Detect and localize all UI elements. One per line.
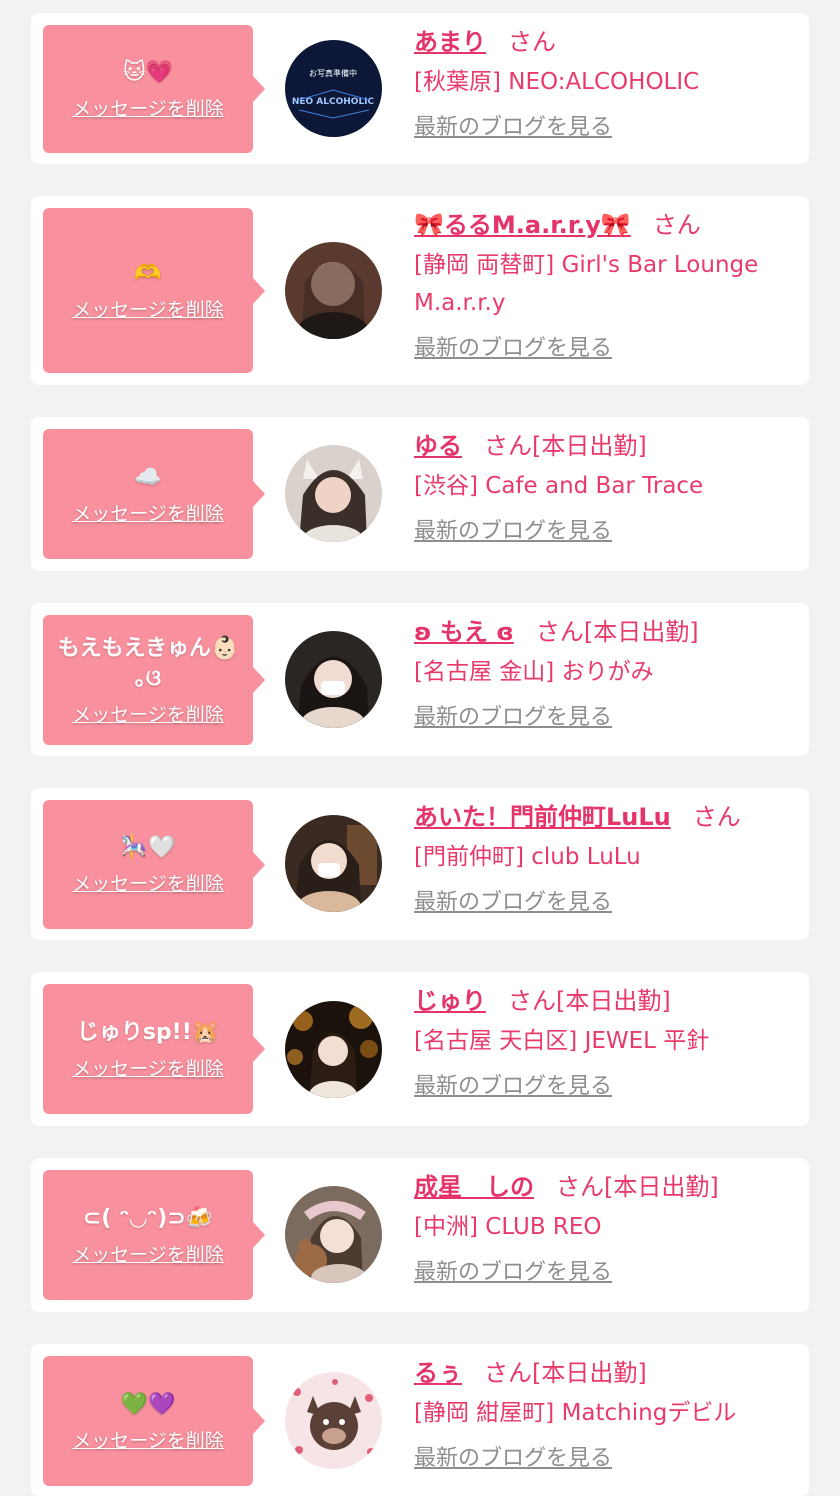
honorific: さん — [508, 987, 556, 1015]
message-bubble: ☁️ メッセージを削除 — [43, 429, 265, 559]
message-text: ☁️ — [134, 464, 162, 490]
latest-blog-link[interactable]: 最新のブログを見る — [414, 699, 612, 731]
list-item: 🐱💗 メッセージを削除 お写真準備中 NEO ALCOHOLIC あまり さん [… — [31, 13, 809, 164]
entry-info: じゅり さん[本日出勤] [名古屋 天白区] JEWEL 平針 最新のブログを見る — [414, 984, 794, 1100]
message-bubble: もえもえきゅん👶🏻 ｡ଓ メッセージを削除 — [43, 615, 265, 745]
honorific: さん — [508, 28, 556, 56]
delete-message-link[interactable]: メッセージを削除 — [72, 94, 224, 121]
latest-blog-link[interactable]: 最新のブログを見る — [414, 1068, 612, 1100]
list-item: 🫶 メッセージを削除 🎀るるM.a.r.r.y🎀 さん [静岡 両替町] Girl… — [31, 196, 809, 385]
message-text: 🐱💗 — [122, 59, 174, 85]
list-item: 💚💜 メッセージを削除 るぅ さん[本日出勤] [静岡 紺屋町] Matchin… — [31, 1344, 809, 1496]
shop-name: [中洲] CLUB REO — [414, 1214, 602, 1240]
delete-message-link[interactable]: メッセージを削除 — [72, 700, 224, 727]
shop-name: [名古屋 金山] おりがみ — [414, 659, 654, 685]
avatar[interactable] — [285, 631, 382, 728]
cast-name-link[interactable]: 🎀るるM.a.r.r.y🎀 — [414, 211, 631, 239]
honorific: さん — [652, 211, 701, 239]
status-badge: [本日出勤] — [556, 987, 671, 1015]
message-text: 🎠🤍 — [120, 835, 176, 860]
delete-message-link[interactable]: メッセージを削除 — [72, 869, 224, 896]
message-bubble: 🐱💗 メッセージを削除 — [43, 25, 265, 153]
list-item: じゅりsp!!🐹 メッセージを削除 じゅり さん[本日出勤] [名古屋 天白区] … — [31, 972, 809, 1126]
list-item: ☁️ メッセージを削除 ゆる さん[本日出勤] [渋谷] Cafe and Bar… — [31, 417, 809, 571]
list-item: もえもえきゅん👶🏻 ｡ଓ メッセージを削除 ʚ もえ ɞ さん[本日出勤] [名古… — [31, 603, 809, 756]
delete-message-link[interactable]: メッセージを削除 — [72, 499, 224, 526]
avatar[interactable]: お写真準備中 NEO ALCOHOLIC — [285, 40, 382, 137]
latest-blog-link[interactable]: 最新のブログを見る — [414, 513, 612, 545]
entry-info: るぅ さん[本日出勤] [静岡 紺屋町] Matchingデビル 最新のブログを見… — [414, 1356, 794, 1472]
message-bubble: 🎠🤍 メッセージを削除 — [43, 800, 265, 929]
latest-blog-link[interactable]: 最新のブログを見る — [414, 109, 612, 141]
message-bubble: 💚💜 メッセージを削除 — [43, 1356, 265, 1486]
message-bubble: じゅりsp!!🐹 メッセージを削除 — [43, 984, 265, 1114]
delete-message-link[interactable]: メッセージを削除 — [72, 295, 224, 322]
status-badge: [本日出勤] — [532, 432, 647, 460]
status-badge: [本日出勤] — [532, 1359, 647, 1387]
cast-name-link[interactable]: じゅり — [414, 987, 486, 1015]
honorific: さん — [535, 618, 584, 646]
message-text: ⊂( ᵔ◡ᵔ)⊃🍻 — [82, 1205, 214, 1231]
avatar[interactable] — [285, 242, 382, 339]
cast-name-link[interactable]: あまり — [414, 28, 486, 56]
avatar[interactable] — [285, 815, 382, 912]
avatar[interactable] — [285, 1186, 382, 1283]
status-badge: [本日出勤] — [604, 1173, 719, 1201]
shop-name: [静岡 紺屋町] Matchingデビル — [414, 1400, 737, 1426]
honorific: さん — [556, 1173, 604, 1201]
shop-name: [秋葉原] NEO:ALCOHOLIC — [414, 69, 700, 95]
latest-blog-link[interactable]: 最新のブログを見る — [414, 884, 612, 916]
message-text: 🫶 — [134, 261, 162, 286]
favorites-list: 🐱💗 メッセージを削除 お写真準備中 NEO ALCOHOLIC あまり さん [… — [0, 0, 840, 1496]
message-bubble: ⊂( ᵔ◡ᵔ)⊃🍻 メッセージを削除 — [43, 1170, 265, 1300]
entry-info: ʚ もえ ɞ さん[本日出勤] [名古屋 金山] おりがみ 最新のブログを見る — [414, 615, 794, 731]
delete-message-link[interactable]: メッセージを削除 — [72, 1054, 224, 1081]
entry-info: 成星 しの さん[本日出勤] [中洲] CLUB REO 最新のブログを見る — [414, 1170, 794, 1286]
message-bubble: 🫶 メッセージを削除 — [43, 208, 265, 373]
entry-info: あいた！門前仲町LuLu さん [門前仲町] club LuLu 最新のブログを見… — [414, 800, 794, 916]
shop-name: [静岡 両替町] Girl's Bar Lounge M.a.r.r.y — [414, 252, 759, 316]
message-text: 💚💜 — [120, 1391, 176, 1417]
message-text: じゅりsp!!🐹 — [76, 1019, 220, 1045]
delete-message-link[interactable]: メッセージを削除 — [72, 1240, 224, 1267]
avatar[interactable] — [285, 1372, 382, 1469]
shop-name: [渋谷] Cafe and Bar Trace — [414, 473, 704, 499]
cast-name-link[interactable]: ゆる — [414, 432, 462, 460]
entry-info: 🎀るるM.a.r.r.y🎀 さん [静岡 両替町] Girl's Bar Loun… — [414, 208, 794, 362]
message-text: もえもえきゅん👶🏻 ｡ଓ — [57, 635, 239, 691]
list-item: 🎠🤍 メッセージを削除 あいた！門前仲町LuLu さん [門前仲町] club L… — [31, 788, 809, 940]
shop-name: [門前仲町] club LuLu — [414, 844, 641, 870]
delete-message-link[interactable]: メッセージを削除 — [72, 1426, 224, 1453]
latest-blog-link[interactable]: 最新のブログを見る — [414, 1440, 612, 1472]
entry-info: あまり さん [秋葉原] NEO:ALCOHOLIC 最新のブログを見る — [414, 25, 794, 141]
cast-name-link[interactable]: ʚ もえ ɞ — [414, 618, 514, 646]
cast-name-link[interactable]: あいた！門前仲町LuLu — [414, 803, 671, 831]
entry-info: ゆる さん[本日出勤] [渋谷] Cafe and Bar Trace 最新のブロ… — [414, 429, 794, 545]
list-item: ⊂( ᵔ◡ᵔ)⊃🍻 メッセージを削除 成星 しの さん[本日出勤] [中洲] CL… — [31, 1158, 809, 1312]
cast-name-link[interactable]: 成星 しの — [414, 1173, 534, 1201]
honorific: さん — [484, 432, 532, 460]
honorific: さん — [692, 803, 741, 831]
avatar[interactable] — [285, 1001, 382, 1098]
shop-name: [名古屋 天白区] JEWEL 平針 — [414, 1028, 710, 1054]
latest-blog-link[interactable]: 最新のブログを見る — [414, 330, 612, 362]
latest-blog-link[interactable]: 最新のブログを見る — [414, 1254, 612, 1286]
status-badge: [本日出勤] — [583, 618, 699, 646]
avatar[interactable] — [285, 445, 382, 542]
avatar-caption: お写真準備中 — [309, 68, 357, 78]
cast-name-link[interactable]: るぅ — [414, 1359, 462, 1387]
honorific: さん — [484, 1359, 532, 1387]
